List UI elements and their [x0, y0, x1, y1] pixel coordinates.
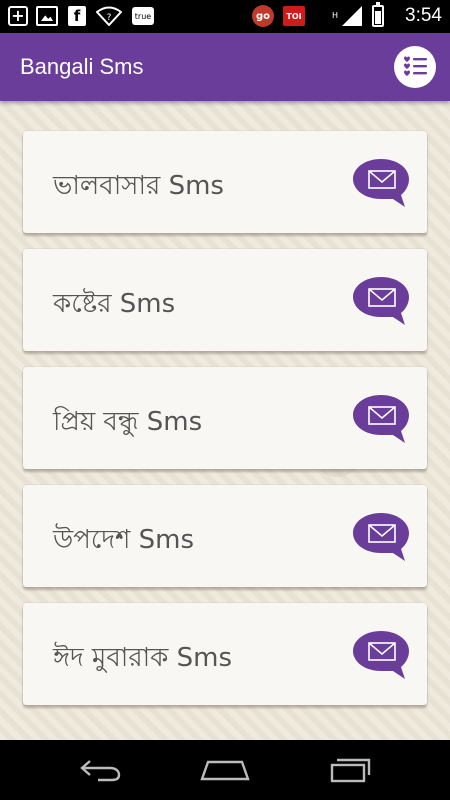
- facebook-notification-icon: f: [68, 6, 86, 26]
- category-card-love[interactable]: ভালবাসার Sms: [23, 131, 427, 233]
- favorites-menu-button[interactable]: [394, 46, 436, 88]
- app-dots-icon: [192, 5, 214, 27]
- plus-symbol: +: [11, 6, 25, 25]
- message-bubble-icon[interactable]: [351, 157, 411, 207]
- recents-icon: [330, 758, 371, 783]
- app-bar: Bangali Sms: [0, 33, 450, 101]
- facebook-letter: f: [73, 7, 81, 25]
- category-label: প্রিয় বন্ধু Sms: [53, 407, 203, 437]
- favorites-list-icon: [404, 56, 427, 76]
- back-icon: [80, 760, 121, 782]
- category-card-friend[interactable]: প্রিয় বন্ধু Sms: [23, 367, 427, 469]
- category-card-advice[interactable]: উপদেশ Sms: [23, 485, 427, 587]
- go-notification-icon: go: [252, 5, 274, 27]
- signal-icon: H: [330, 6, 364, 26]
- category-label: উপদেশ Sms: [53, 525, 195, 555]
- recents-button[interactable]: [325, 755, 375, 785]
- home-button[interactable]: [200, 755, 250, 785]
- svg-text:?: ?: [107, 13, 112, 23]
- toi-label: TOI: [286, 11, 302, 21]
- battery-icon: [372, 2, 384, 27]
- category-card-eid[interactable]: ঈদ মুবারাক Sms: [23, 603, 427, 705]
- message-bubble-icon[interactable]: [351, 629, 411, 679]
- status-bar: + f ? true go TOI H 3:54: [0, 0, 450, 33]
- wifi-question-icon: ?: [96, 6, 122, 26]
- status-time: 3:54: [405, 5, 442, 26]
- app-title: Bangali Sms: [20, 54, 144, 79]
- home-icon: [200, 760, 250, 781]
- category-label: ঈদ মুবারাক Sms: [53, 643, 233, 673]
- navigation-bar: [0, 740, 450, 800]
- truecaller-label: true: [134, 11, 152, 21]
- truecaller-notification-icon: true: [132, 7, 154, 25]
- message-bubble-icon[interactable]: [351, 275, 411, 325]
- message-bubble-icon[interactable]: [351, 393, 411, 443]
- gallery-notification-icon: [36, 6, 58, 26]
- back-button[interactable]: [75, 755, 125, 785]
- category-list: ভালবাসার Sms কষ্টের Sms প্রিয় বন্ধু Sms…: [0, 101, 450, 740]
- go-label: go: [255, 10, 271, 22]
- app-dots-icon: [162, 5, 184, 27]
- app-dots-icon: [222, 5, 244, 27]
- category-label: কষ্টের Sms: [53, 289, 176, 319]
- svg-text:H: H: [332, 11, 338, 20]
- message-bubble-icon[interactable]: [351, 511, 411, 561]
- category-card-sad[interactable]: কষ্টের Sms: [23, 249, 427, 351]
- toi-notification-icon: TOI: [283, 6, 305, 26]
- category-label: ভালবাসার Sms: [53, 171, 224, 201]
- plus-notification-icon: +: [8, 6, 28, 26]
